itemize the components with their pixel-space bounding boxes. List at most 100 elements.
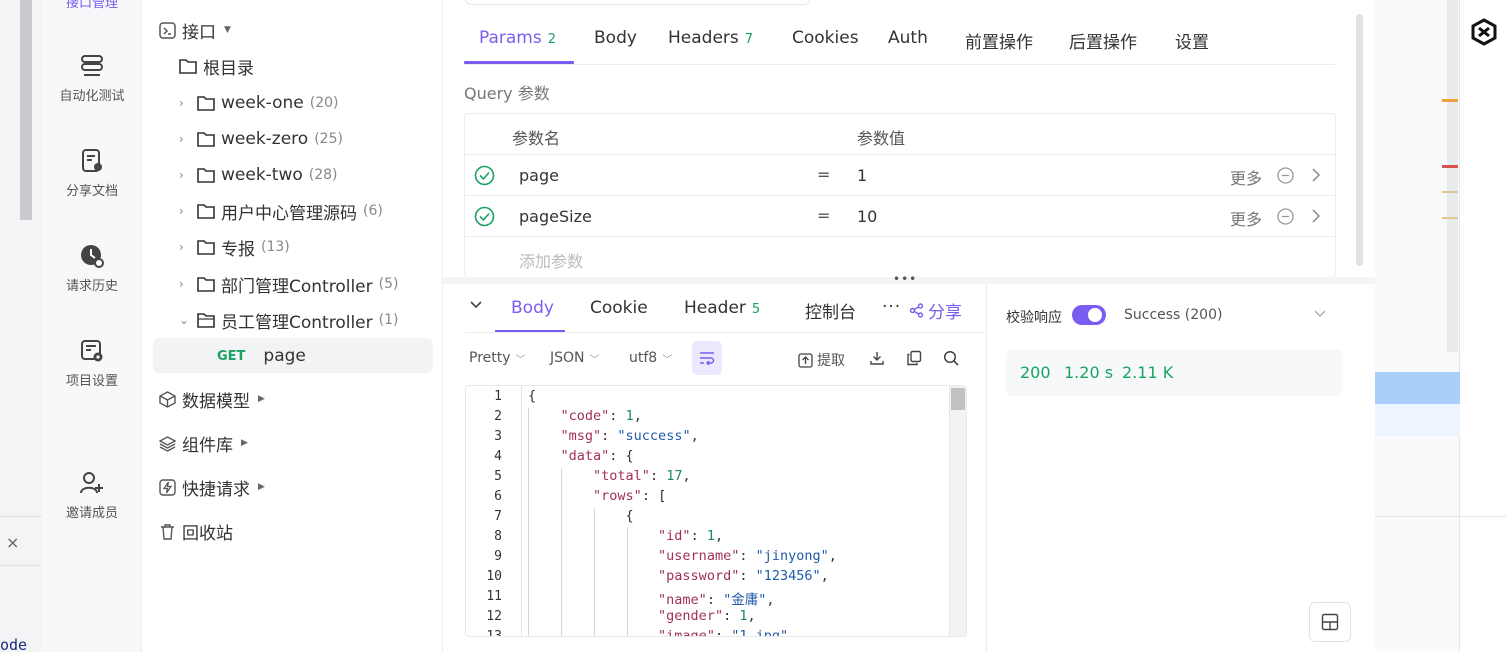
search-icon[interactable]	[943, 350, 959, 366]
remove-circle-icon[interactable]	[1277, 167, 1294, 184]
chevron-right-icon[interactable]: ›	[179, 240, 197, 254]
more-tabs-button[interactable]: ···	[882, 297, 901, 317]
tree-section-api[interactable]: 接口 ▼	[159, 13, 231, 47]
param-more-button[interactable]: 更多	[1230, 165, 1262, 189]
check-circle-icon[interactable]	[474, 206, 495, 227]
nav-item-api-management[interactable]: 接口管理	[42, 0, 142, 11]
chevron-right-icon[interactable]	[1311, 208, 1321, 224]
tab-cookies[interactable]: Cookies	[792, 28, 859, 48]
nav-item-history[interactable]: 请求历史	[42, 243, 142, 294]
tab-body[interactable]: Body	[594, 28, 637, 48]
download-icon[interactable]	[869, 350, 885, 366]
tree-folder[interactable]: › week-one (20)	[179, 86, 339, 120]
tree-folder-expanded[interactable]: ⌄ 员工管理Controller (1)	[179, 303, 398, 337]
nav-item-invite[interactable]: 邀请成员	[42, 470, 142, 521]
extract-button[interactable]: 提取	[798, 350, 845, 370]
tree-folder[interactable]: › 用户中心管理源码 (6)	[179, 194, 383, 228]
request-scrollbar[interactable]	[1356, 14, 1363, 266]
json-key: "username"	[658, 548, 740, 564]
validate-toggle[interactable]	[1072, 305, 1106, 325]
status-badge[interactable]: Success (200)	[1124, 307, 1222, 323]
tree-folder[interactable]: › 专报 (13)	[179, 230, 290, 264]
line-number: 8	[494, 529, 502, 544]
format-select[interactable]: Pretty ﹀	[469, 350, 526, 366]
extract-icon	[798, 352, 813, 368]
add-param-input[interactable]: 添加参数	[519, 248, 583, 272]
check-circle-icon[interactable]	[474, 165, 495, 186]
share-icon	[909, 303, 924, 318]
tab-settings[interactable]: 设置	[1175, 28, 1209, 53]
history-icon	[79, 243, 105, 269]
tab-pre-ops[interactable]: 前置操作	[965, 28, 1033, 53]
param-value[interactable]: 1	[857, 166, 867, 185]
tree-section-quick-request[interactable]: 快捷请求 ▶	[159, 470, 265, 504]
response-tab-cookie[interactable]: Cookie	[590, 298, 648, 318]
json-key: "id"	[658, 528, 691, 544]
tree-root[interactable]: 根目录	[179, 49, 254, 83]
tab-headers[interactable]: Headers 7	[668, 28, 753, 48]
encoding-select[interactable]: utf8 ﹀	[629, 350, 672, 366]
param-name[interactable]: pageSize	[519, 207, 592, 226]
json-key: "code"	[560, 408, 610, 424]
tree-folder[interactable]: › week-two (28)	[179, 158, 338, 192]
line-number: 7	[494, 509, 502, 524]
col-header-value: 参数值	[857, 129, 906, 148]
param-eq: =	[817, 206, 831, 225]
param-value[interactable]: 10	[857, 207, 877, 226]
param-name[interactable]: page	[519, 166, 559, 185]
response-tab-body[interactable]: Body	[511, 298, 554, 318]
tree-section-label: 数据模型	[182, 391, 250, 412]
background-selected-row	[1375, 372, 1460, 404]
nav-item-project-settings[interactable]: 项目设置	[42, 338, 142, 389]
tree-endpoint-page[interactable]: GET page	[217, 339, 306, 373]
tree-folder[interactable]: › week-zero (25)	[179, 122, 343, 156]
nav-item-share-doc[interactable]: 分享文档	[42, 148, 142, 199]
tab-label: Cookie	[590, 298, 648, 318]
api-management-window: 接口管理 自动化测试 分享文档 请求历史 项目设置 邀请成员 接口 ▼ 根目录 …	[42, 0, 1375, 652]
layout-toggle-button[interactable]	[1309, 602, 1351, 642]
tree-section-data-model[interactable]: 数据模型 ▶	[159, 382, 265, 416]
chevron-right-icon[interactable]: ›	[179, 277, 197, 291]
chevron-right-icon[interactable]	[1311, 167, 1321, 183]
background-divider	[1375, 516, 1506, 517]
table-row: pageSize = 10 更多	[465, 195, 1335, 236]
tree-section-components[interactable]: 组件库 ▶	[159, 426, 248, 460]
app-logo-icon	[1470, 18, 1498, 46]
response-tab-console[interactable]: 控制台	[805, 298, 856, 323]
table-row: page = 1 更多	[465, 154, 1335, 195]
word-wrap-button[interactable]	[692, 341, 722, 375]
code-line: "password": "123456",	[658, 568, 829, 584]
json-value: "1.jpg"	[731, 628, 789, 637]
chevron-down-icon[interactable]	[1313, 309, 1327, 319]
url-bar[interactable]	[465, 0, 810, 5]
chevron-right-icon[interactable]: ›	[179, 204, 197, 218]
chevron-right-icon[interactable]: ›	[179, 168, 197, 182]
tab-auth[interactable]: Auth	[888, 28, 928, 48]
background-close-icon[interactable]: ×	[6, 533, 19, 552]
editor-scrollbar[interactable]	[949, 386, 966, 636]
json-value: "金庸"	[723, 592, 767, 608]
json-key: "msg"	[560, 428, 602, 444]
remove-circle-icon[interactable]	[1277, 208, 1294, 225]
share-button[interactable]: 分享	[909, 298, 962, 323]
tree-section-recycle[interactable]: 回收站	[159, 514, 233, 548]
copy-icon[interactable]	[906, 350, 922, 366]
chevron-right-icon[interactable]: ›	[179, 132, 197, 146]
param-more-button[interactable]: 更多	[1230, 206, 1262, 230]
nav-item-automation[interactable]: 自动化测试	[42, 53, 142, 104]
json-value: 17	[666, 468, 683, 484]
response-tab-header[interactable]: Header 5	[684, 298, 760, 318]
tab-post-ops[interactable]: 后置操作	[1069, 28, 1137, 53]
drag-handle-icon[interactable]: •••	[893, 272, 917, 286]
response-divider	[986, 284, 987, 652]
collapse-chevron-icon[interactable]	[469, 300, 483, 310]
chevron-right-icon[interactable]: ›	[179, 96, 197, 110]
background-right-scrollbar[interactable]	[1447, 0, 1458, 352]
tree-folder[interactable]: › 部门管理Controller (5)	[179, 267, 398, 301]
type-select[interactable]: JSON ﹀	[550, 350, 600, 366]
tab-params[interactable]: Params 2	[479, 28, 556, 48]
code-line: "total": 17,	[593, 468, 691, 484]
editor-scroll-thumb[interactable]	[951, 388, 965, 410]
response-code-editor[interactable]: 1 2 3 4 5 6 7 8 9 10 11 12 13 { "code": …	[465, 385, 967, 637]
chevron-down-icon[interactable]: ⌄	[179, 313, 197, 327]
